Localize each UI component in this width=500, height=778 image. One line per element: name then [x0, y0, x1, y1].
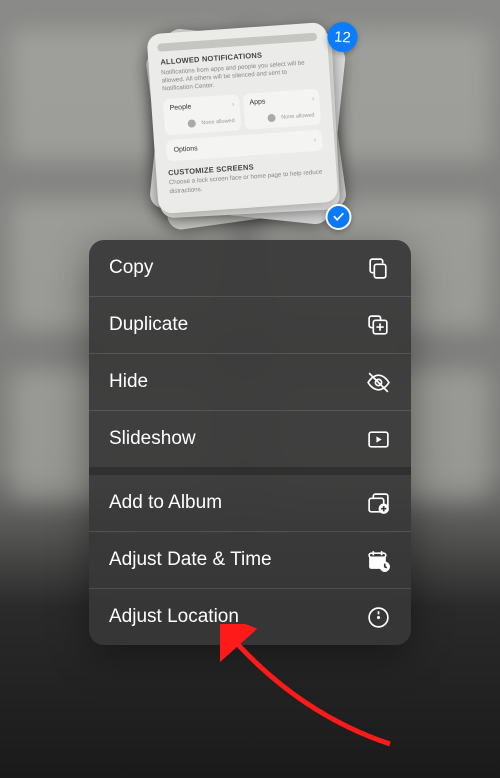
duplicate-icon	[366, 313, 391, 338]
menu-label: Hide	[109, 371, 148, 393]
menu-label: Adjust Location	[109, 606, 239, 628]
menu-copy[interactable]: Copy	[89, 240, 411, 296]
selection-stack[interactable]: ALLOWED NOTIFICATIONS Notifications from…	[153, 28, 348, 228]
menu-slideshow[interactable]: Slideshow	[89, 411, 411, 467]
menu-hide[interactable]: Hide	[89, 354, 411, 410]
slideshow-icon	[366, 427, 391, 452]
location-icon	[366, 605, 391, 630]
context-menu: Copy Duplicate Hide Slideshow Add to Alb…	[89, 240, 411, 645]
add-album-icon	[366, 491, 391, 516]
menu-label: Add to Album	[109, 492, 222, 514]
menu-adjust-location[interactable]: Adjust Location	[89, 589, 411, 645]
calendar-icon	[366, 548, 391, 573]
preview-apps-box: Apps › None allowed	[243, 89, 321, 130]
menu-add-to-album[interactable]: Add to Album	[89, 475, 411, 531]
copy-icon	[366, 256, 391, 281]
menu-label: Copy	[109, 257, 153, 279]
menu-label: Duplicate	[109, 314, 188, 336]
stack-card-top: ALLOWED NOTIFICATIONS Notifications from…	[146, 22, 338, 214]
menu-duplicate[interactable]: Duplicate	[89, 297, 411, 353]
menu-label: Adjust Date & Time	[109, 549, 272, 571]
preview-people-box: People › None allowed	[163, 94, 241, 135]
hide-icon	[366, 370, 391, 395]
menu-label: Slideshow	[109, 428, 196, 450]
preview-options-row: Options ›	[166, 129, 323, 161]
menu-adjust-date-time[interactable]: Adjust Date & Time	[89, 532, 411, 588]
